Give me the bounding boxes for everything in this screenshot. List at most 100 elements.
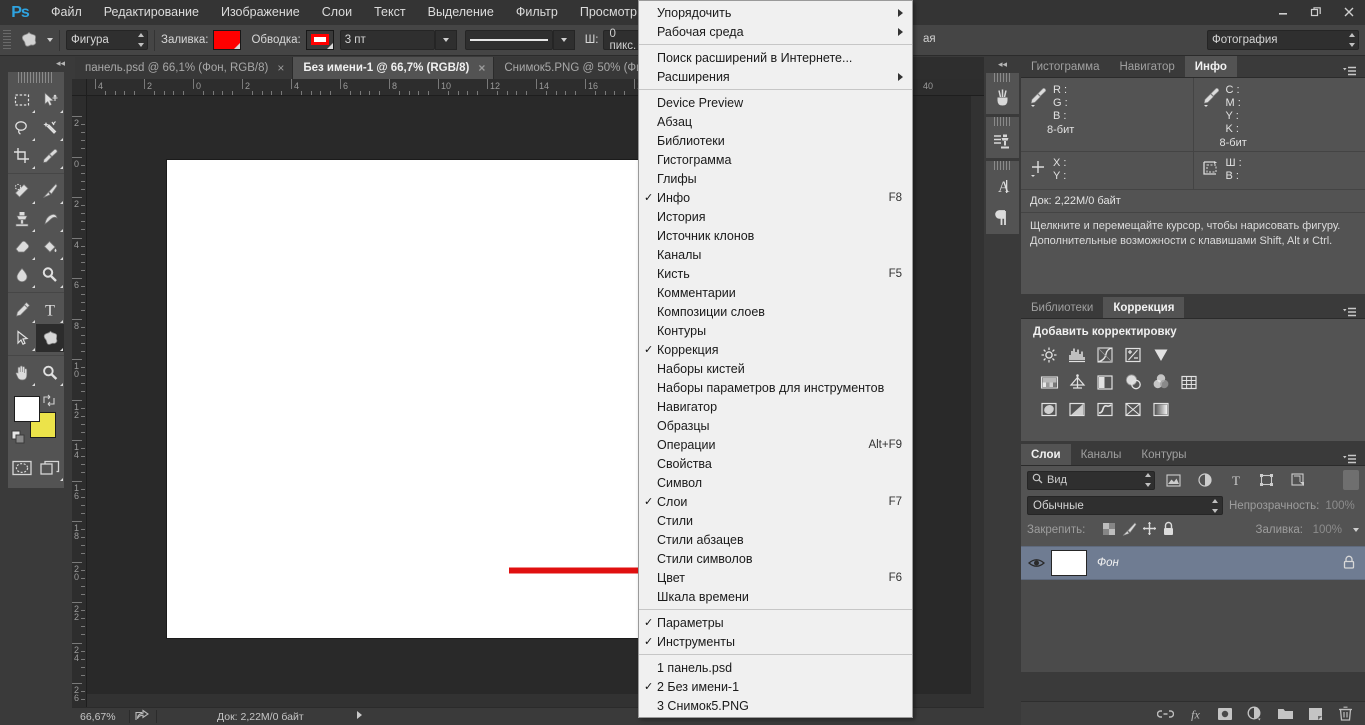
panel-menu-icon[interactable] — [1334, 66, 1365, 77]
layer-filter-select[interactable]: Вид — [1027, 470, 1155, 490]
window-menu-item-2-16[interactable]: Навигатор — [639, 397, 912, 416]
window-menu-item-2-20[interactable]: Символ — [639, 473, 912, 492]
exposure-icon[interactable] — [1119, 344, 1147, 366]
window-menu-item-4-1[interactable]: ✓ 2 Без имени-1 — [639, 677, 912, 696]
new-group-icon[interactable] — [1271, 703, 1299, 725]
character-dock-icon[interactable]: A — [986, 170, 1019, 202]
layers-tab-1[interactable]: Каналы — [1070, 444, 1132, 465]
info-tab-0[interactable]: Гистограмма — [1021, 56, 1110, 77]
window-menu-item-4-0[interactable]: 1 панель.psd — [639, 658, 912, 677]
stroke-style-dropdown[interactable] — [552, 30, 575, 50]
document-tab-1[interactable]: Без имени-1 @ 66,7% (RGB/8) × — [293, 57, 495, 79]
window-menu-item-2-19[interactable]: Свойства — [639, 454, 912, 473]
layer-thumbnail[interactable] — [1051, 550, 1087, 576]
paint-bucket-tool-icon[interactable] — [36, 233, 64, 261]
eraser-tool-icon[interactable] — [8, 233, 36, 261]
window-menu-item-1-0[interactable]: Поиск расширений в Интернете... — [639, 48, 912, 67]
opacity-value[interactable]: 100% — [1325, 500, 1354, 512]
dodge-tool-icon[interactable] — [36, 261, 64, 289]
window-menu-item-2-7[interactable]: Источник клонов — [639, 226, 912, 245]
adjustments-tab-1[interactable]: Коррекция — [1103, 297, 1185, 318]
lock-pixels-icon[interactable] — [1121, 522, 1137, 539]
fill-color-swatch[interactable] — [213, 30, 242, 50]
window-menu-item-2-3[interactable]: Гистограмма — [639, 150, 912, 169]
channel-mixer-icon[interactable] — [1147, 371, 1175, 393]
zoom-level[interactable]: 66,67% — [72, 711, 124, 723]
levels-icon[interactable] — [1063, 344, 1091, 366]
adjustment-filter-icon[interactable] — [1192, 470, 1217, 490]
swap-colors-icon[interactable] — [42, 394, 56, 410]
invert-icon[interactable] — [1035, 398, 1063, 420]
custom-shape-tool-icon[interactable] — [36, 324, 64, 352]
expand-arrow-icon[interactable] — [354, 710, 364, 723]
clone-stamp-tool-icon[interactable] — [8, 205, 36, 233]
photo-filter-icon[interactable] — [1119, 371, 1147, 393]
default-colors-icon[interactable] — [11, 430, 26, 448]
delete-layer-icon[interactable] — [1331, 703, 1359, 725]
menu-item-7[interactable]: Просмотр — [569, 0, 648, 25]
zoom-tool-icon[interactable] — [36, 359, 64, 387]
window-menu-item-2-6[interactable]: История — [639, 207, 912, 226]
pen-tool-icon[interactable] — [8, 296, 36, 324]
toolbar-grip[interactable] — [18, 72, 54, 83]
window-menu-item-2-1[interactable]: Абзац — [639, 112, 912, 131]
shape-filter-icon[interactable] — [1254, 470, 1279, 490]
menu-item-2[interactable]: Изображение — [210, 0, 311, 25]
menu-item-3[interactable]: Слои — [311, 0, 363, 25]
foreground-color-swatch[interactable] — [14, 396, 40, 422]
fill-value[interactable]: 100% — [1308, 524, 1342, 536]
window-menu-dropdown[interactable]: Упорядочить Рабочая среда Поиск расширений… — [638, 0, 913, 718]
layer-row[interactable]: Фон — [1021, 546, 1365, 580]
color-lookup-icon[interactable] — [1175, 371, 1203, 393]
selective-color-icon[interactable] — [1119, 398, 1147, 420]
curves-icon[interactable] — [1091, 344, 1119, 366]
close-icon[interactable]: × — [277, 61, 284, 75]
window-menu-item-2-25[interactable]: Цвет F6 — [639, 568, 912, 587]
window-menu-item-0-0[interactable]: Упорядочить — [639, 3, 912, 22]
window-menu-item-2-12[interactable]: Контуры — [639, 321, 912, 340]
quick-mask-mode-icon[interactable] — [8, 454, 36, 482]
blur-tool-icon[interactable] — [8, 261, 36, 289]
history-brush-tool-icon[interactable] — [36, 205, 64, 233]
layer-filter-spinner-icon[interactable] — [1141, 473, 1151, 487]
brushes-dock-icon[interactable] — [986, 82, 1019, 114]
window-menu-item-2-5[interactable]: ✓ Инфо F8 — [639, 188, 912, 207]
link-layers-icon[interactable] — [1151, 703, 1179, 725]
menu-item-1[interactable]: Редактирование — [93, 0, 210, 25]
document-tab-2[interactable]: Снимок5.PNG @ 50% (Фиг — [494, 57, 656, 79]
window-menu-item-3-1[interactable]: ✓ Инструменты — [639, 632, 912, 651]
vertical-ruler[interactable]: 20246810121416182022242628 — [72, 96, 87, 707]
dock-collapse-icon[interactable]: ◂◂ — [984, 57, 1021, 71]
info-tab-2[interactable]: Инфо — [1184, 56, 1237, 77]
panel-menu-icon[interactable] — [1334, 454, 1365, 465]
panel-menu-icon[interactable] — [1334, 307, 1365, 318]
window-menu-item-2-18[interactable]: Операции Alt+F9 — [639, 435, 912, 454]
window-menu-item-2-21[interactable]: ✓ Слои F7 — [639, 492, 912, 511]
window-menu-item-2-9[interactable]: Кисть F5 — [639, 264, 912, 283]
pixel-filter-icon[interactable] — [1161, 470, 1186, 490]
window-menu-item-2-15[interactable]: Наборы параметров для инструментов — [639, 378, 912, 397]
window-menu-item-2-8[interactable]: Каналы — [639, 245, 912, 264]
paragraph-dock-icon[interactable] — [986, 202, 1019, 234]
window-menu-item-2-10[interactable]: Комментарии — [639, 283, 912, 302]
layers-list[interactable]: Фон — [1021, 546, 1365, 672]
lock-position-icon[interactable] — [1142, 521, 1157, 539]
window-menu-item-2-13[interactable]: ✓ Коррекция — [639, 340, 912, 359]
brush-tool-icon[interactable] — [36, 177, 64, 205]
threshold-icon[interactable] — [1091, 398, 1119, 420]
blend-mode-spinner-icon[interactable] — [1208, 498, 1218, 513]
eyedropper-tool-icon[interactable] — [36, 142, 64, 170]
layer-visibility-icon[interactable] — [1021, 557, 1051, 569]
share-icon[interactable] — [135, 708, 151, 725]
window-menu-item-2-17[interactable]: Образцы — [639, 416, 912, 435]
blend-mode-select[interactable]: Обычные — [1027, 496, 1223, 515]
window-menu-item-2-14[interactable]: Наборы кистей — [639, 359, 912, 378]
close-icon[interactable] — [1332, 1, 1365, 23]
shape-mode-spinner-icon[interactable] — [134, 33, 144, 47]
info-tab-1[interactable]: Навигатор — [1109, 56, 1185, 77]
menu-item-6[interactable]: Фильтр — [505, 0, 569, 25]
window-menu-item-2-26[interactable]: Шкала времени — [639, 587, 912, 606]
filter-toggle-icon[interactable] — [1343, 470, 1359, 490]
vibrance-icon[interactable] — [1147, 344, 1175, 366]
add-layer-mask-icon[interactable] — [1211, 703, 1239, 725]
